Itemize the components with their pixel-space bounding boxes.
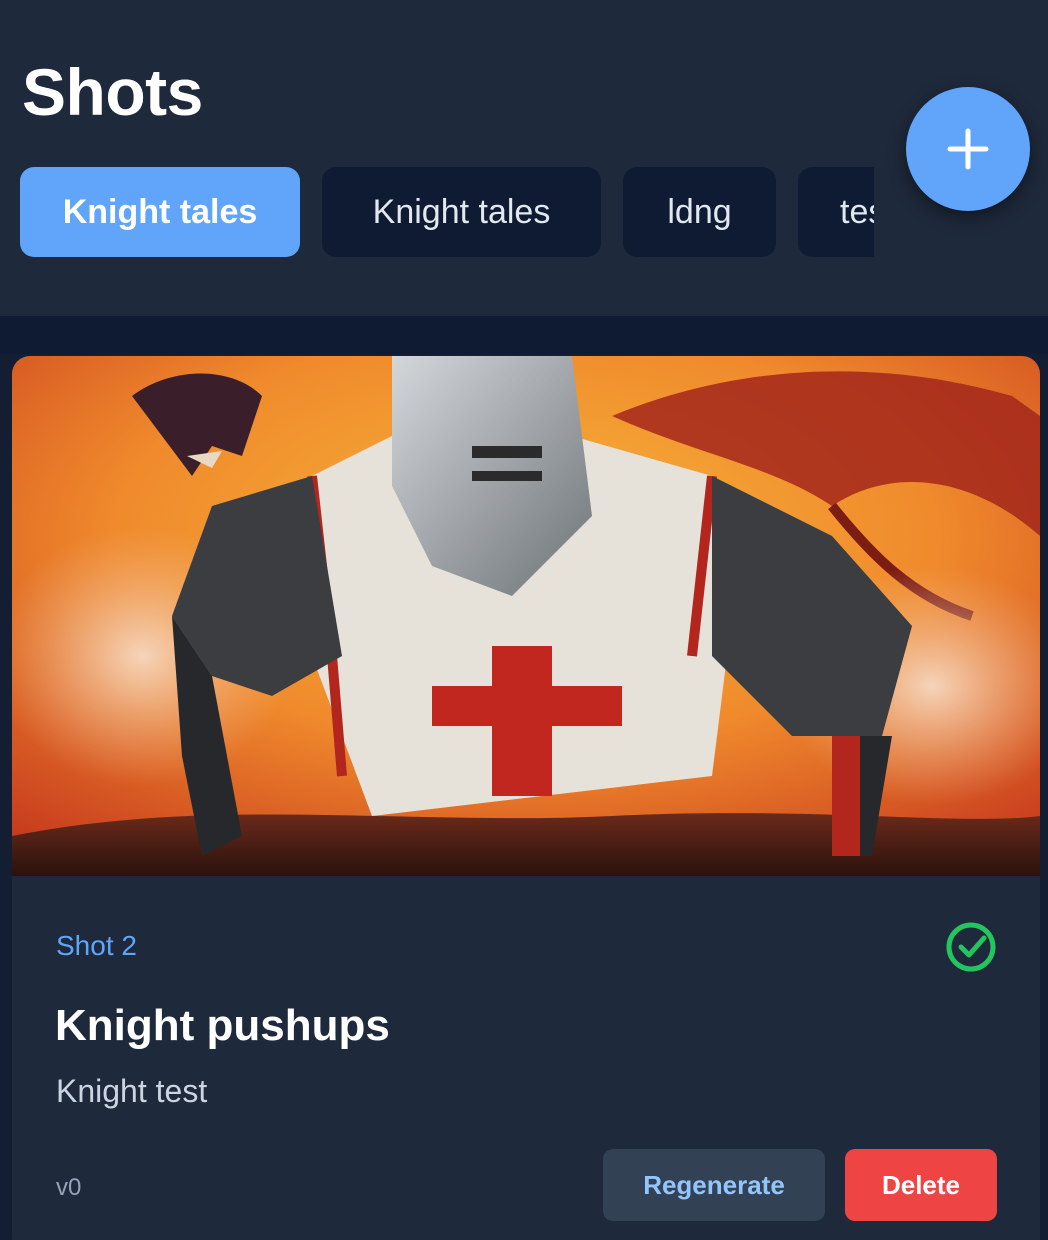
page-title: Shots <box>22 55 203 129</box>
shot-title: Knight pushups <box>55 1001 390 1050</box>
plus-icon <box>947 128 989 170</box>
tab-strip[interactable]: Knight tales Knight tales ldng tes <box>20 167 874 259</box>
tab-ldng[interactable]: ldng <box>623 167 776 257</box>
delete-button[interactable]: Delete <box>845 1149 997 1221</box>
tab-knight-tales-active[interactable]: Knight tales <box>20 167 300 257</box>
shot-number-label: Shot 2 <box>56 930 137 961</box>
shot-description: Knight test <box>56 1073 208 1109</box>
app: Shots Knight tales Knight tales ldng te s <box>0 0 1048 1240</box>
knight-dragon-image[interactable] <box>12 356 1040 876</box>
header: Shots Knight tales Knight tales ldng tes <box>0 0 1048 316</box>
tab-tes[interactable]: tes <box>798 167 874 257</box>
shot-card: Shot 2 Knight pushups Knight test v0 Reg… <box>12 356 1040 1240</box>
check-circle-icon <box>946 922 996 972</box>
regenerate-button[interactable]: Regenerate <box>603 1149 825 1221</box>
version-label: v0 <box>56 1174 82 1201</box>
header-divider <box>0 316 1048 354</box>
add-shot-button[interactable] <box>906 87 1030 211</box>
tab-knight-tales[interactable]: Knight tales <box>322 167 601 257</box>
